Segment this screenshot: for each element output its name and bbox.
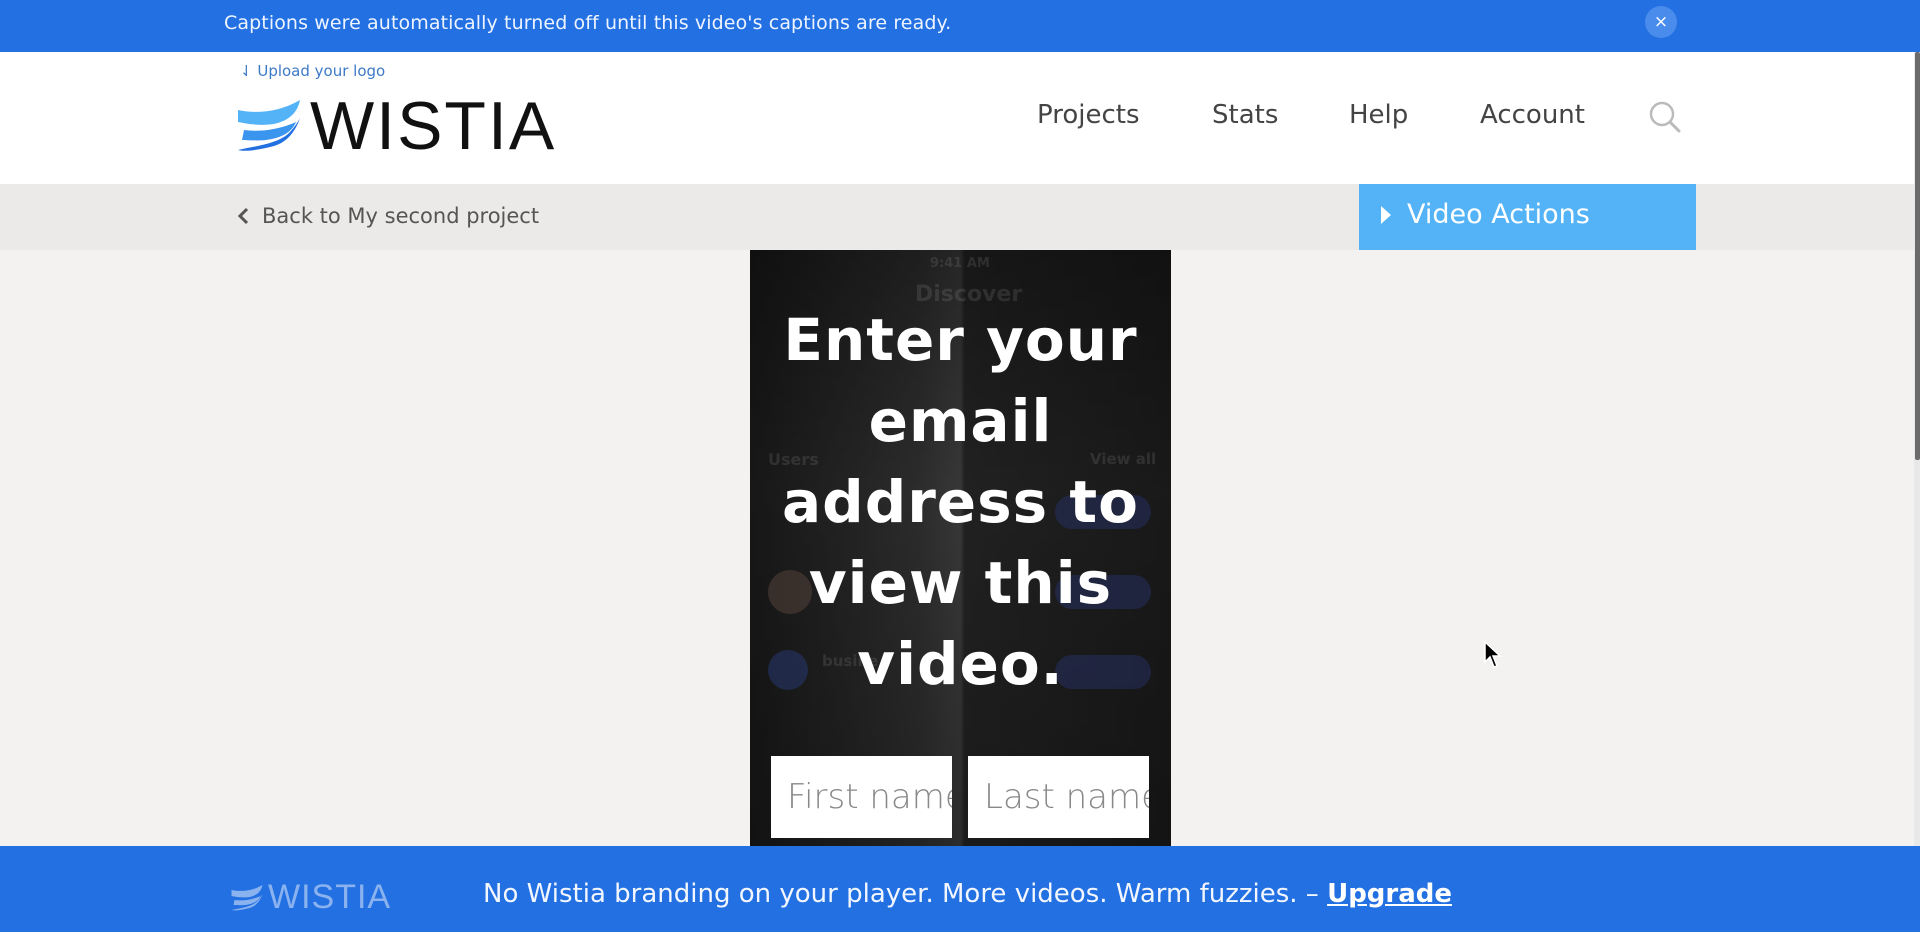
upgrade-promo: No Wistia branding on your player. More … <box>483 879 1452 909</box>
media-subbar: Back to My second project Video Actions <box>0 184 1920 250</box>
footer-wistia-logo: WISTIA <box>230 878 391 917</box>
last-name-input[interactable] <box>968 756 1149 838</box>
gate-title-line: email <box>868 387 1053 455</box>
close-notification-button[interactable]: × <box>1645 6 1677 38</box>
wistia-logo-icon <box>238 100 300 151</box>
wistia-logo[interactable]: WISTIA <box>236 88 557 164</box>
wistia-logo-icon <box>231 884 263 910</box>
nav-projects[interactable]: Projects <box>1037 100 1140 130</box>
nav-account[interactable]: Account <box>1480 100 1585 130</box>
back-link-label: Back to My second project <box>262 204 540 228</box>
chevron-left-icon <box>237 207 249 225</box>
back-to-project-link[interactable]: Back to My second project <box>236 204 539 228</box>
nav-stats[interactable]: Stats <box>1212 100 1278 130</box>
search-icon[interactable] <box>1648 100 1682 134</box>
captions-message: Captions were automatically turned off u… <box>224 12 952 34</box>
scrollbar-thumb[interactable] <box>1915 52 1920 460</box>
upload-logo-link[interactable]: ⇃ Upload your logo <box>240 62 385 80</box>
bg-status-time: 9:41 AM <box>930 256 990 271</box>
first-name-input[interactable] <box>771 756 952 838</box>
site-header: ⇃ Upload your logo WISTIA Projects Stats… <box>0 52 1920 184</box>
email-gate-title: Enter your email address to view this vi… <box>750 300 1171 705</box>
promo-text: No Wistia branding on your player. More … <box>483 879 1328 909</box>
nav-help[interactable]: Help <box>1349 100 1408 130</box>
video-player[interactable]: 9:41 AM Discover Users View all busine E… <box>750 250 1171 846</box>
close-icon: × <box>1653 12 1669 32</box>
gate-title-line: video. <box>857 630 1064 698</box>
caret-right-icon <box>1381 206 1391 224</box>
upgrade-banner: WISTIA No Wistia branding on your player… <box>0 846 1920 932</box>
video-actions-button[interactable]: Video Actions <box>1359 184 1696 250</box>
footer-brand-name: WISTIA <box>268 878 392 916</box>
captions-notification-bar: Captions were automatically turned off u… <box>0 0 1920 52</box>
video-actions-label: Video Actions <box>1407 199 1590 230</box>
mouse-cursor-icon <box>1484 641 1502 668</box>
gate-title-line: address to <box>782 468 1139 536</box>
brand-name: WISTIA <box>310 88 557 164</box>
gate-title-line: Enter your <box>783 306 1138 374</box>
upgrade-link[interactable]: Upgrade <box>1327 879 1452 909</box>
gate-title-line: view this <box>808 549 1113 617</box>
